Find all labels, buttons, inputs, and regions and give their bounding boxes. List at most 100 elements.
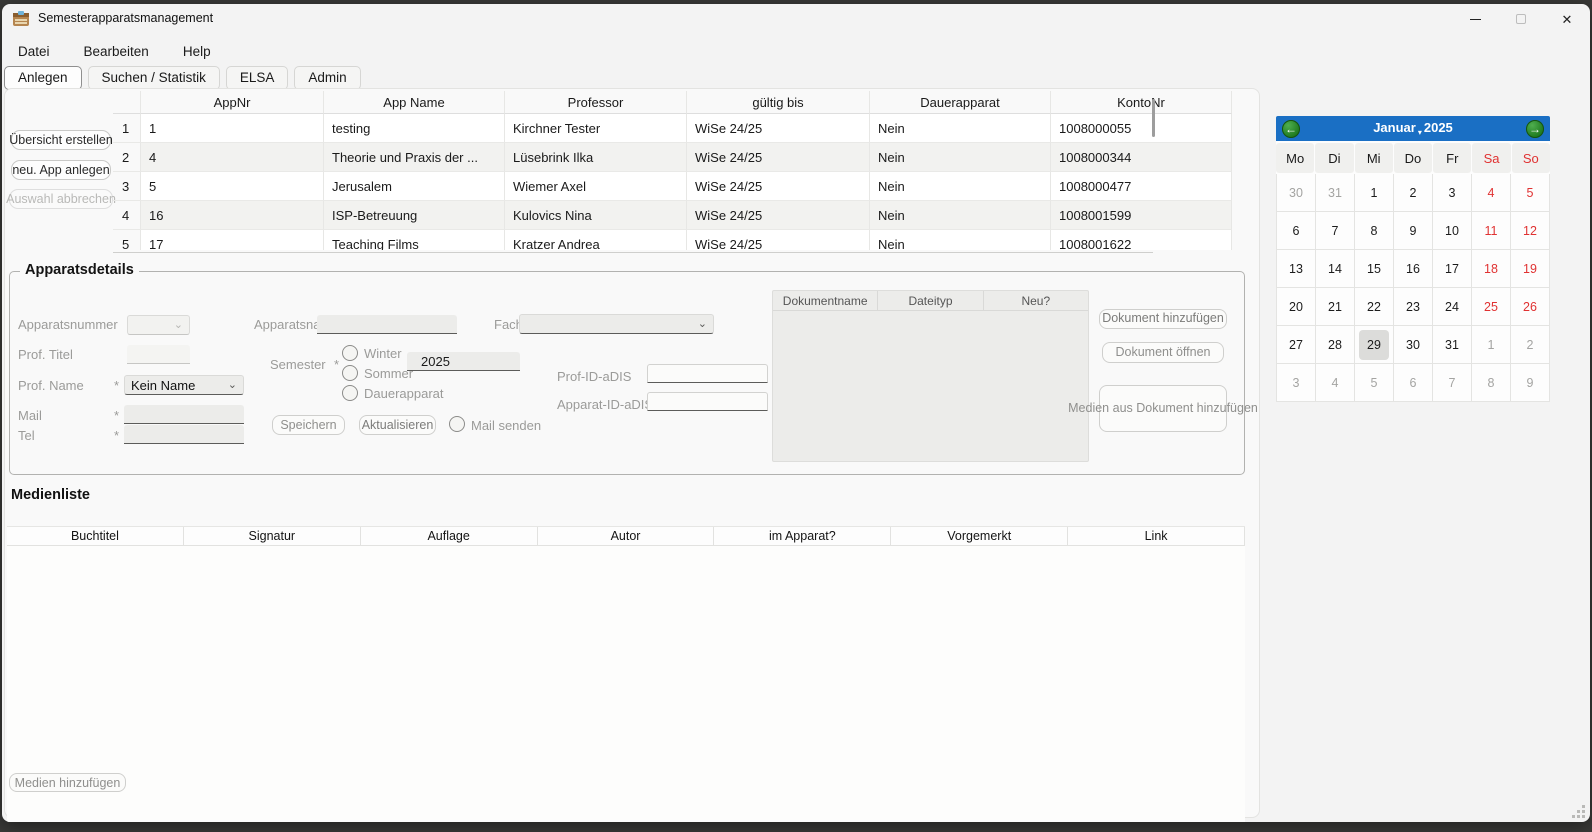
calendar-day-8[interactable]: 8 [1472, 364, 1510, 401]
speichern-button[interactable]: Speichern [272, 415, 345, 435]
tab-elsa[interactable]: ELSA [226, 66, 289, 90]
calendar-day-31[interactable]: 31 [1433, 326, 1471, 363]
menu-item-datei[interactable]: Datei [8, 40, 60, 63]
prof-name-select[interactable]: Kein Name⌄ [124, 375, 244, 395]
calendar-day-28[interactable]: 28 [1316, 326, 1354, 363]
calendar-day-11[interactable]: 11 [1472, 212, 1510, 249]
semester-year-input[interactable]: 2025 [407, 352, 520, 371]
calendar-day-23[interactable]: 23 [1394, 288, 1432, 325]
calendar-day-9[interactable]: 9 [1394, 212, 1432, 249]
sommer-radio[interactable] [342, 365, 358, 381]
calendar-day-5[interactable]: 5 [1511, 174, 1549, 211]
calendar-day-18[interactable]: 18 [1472, 250, 1510, 287]
calendar-next-button[interactable]: → [1526, 120, 1544, 138]
calendar-day-17[interactable]: 17 [1433, 250, 1471, 287]
column-header-kontonr[interactable]: KontoNr [1051, 91, 1232, 114]
calendar-day-20[interactable]: 20 [1277, 288, 1315, 325]
mail-input[interactable] [124, 405, 244, 424]
menu-item-bearbeiten[interactable]: Bearbeiten [74, 40, 159, 63]
calendar-day-10[interactable]: 10 [1433, 212, 1471, 249]
table-row[interactable]: 11testingKirchner TesterWiSe 24/25Nein10… [113, 114, 1235, 143]
calendar-day-6[interactable]: 6 [1394, 364, 1432, 401]
calendar-year: 2025 [1424, 120, 1453, 135]
prof-id-label: Prof-ID-aDIS [557, 369, 631, 384]
calendar-day-13[interactable]: 13 [1277, 250, 1315, 287]
column-header-appnr[interactable]: AppNr [141, 91, 324, 114]
calendar-day-4[interactable]: 4 [1472, 174, 1510, 211]
apparat-id-input[interactable] [647, 392, 768, 411]
tel-input[interactable] [124, 425, 244, 444]
table-cell: Wiemer Axel [505, 172, 687, 201]
calendar-day-7[interactable]: 7 [1316, 212, 1354, 249]
medien-aus-dokument-button[interactable]: Medien aus Dokument hinzufügen [1099, 385, 1227, 432]
calendar-day-5[interactable]: 5 [1355, 364, 1393, 401]
table-cell: Kirchner Tester [505, 114, 687, 143]
calendar-day-2[interactable]: 2 [1394, 174, 1432, 211]
table-row[interactable]: 35JerusalemWiemer AxelWiSe 24/25Nein1008… [113, 172, 1235, 201]
column-header-dauerapparat[interactable]: Dauerapparat [870, 91, 1051, 114]
calendar-day-12[interactable]: 12 [1511, 212, 1549, 249]
apparatsname-input[interactable] [317, 315, 457, 334]
calendar-day-19[interactable]: 19 [1511, 250, 1549, 287]
sidebar-button-neu-app-anlegen[interactable]: neu. App anlegen [11, 160, 111, 180]
calendar-day-26[interactable]: 26 [1511, 288, 1549, 325]
calendar-day-30[interactable]: 30 [1394, 326, 1432, 363]
apps-table-scrollbar[interactable] [1152, 99, 1155, 137]
dauerapparat-radio[interactable] [342, 385, 358, 401]
table-row[interactable]: 24Theorie und Praxis der ...Lüsebrink Il… [113, 143, 1235, 172]
calendar-day-6[interactable]: 6 [1277, 212, 1315, 249]
arrow-left-icon: ← [1285, 122, 1297, 136]
calendar-day-4[interactable]: 4 [1316, 364, 1354, 401]
maximize-button[interactable] [1498, 4, 1544, 34]
calendar-day-25[interactable]: 25 [1472, 288, 1510, 325]
table-cell: WiSe 24/25 [687, 172, 870, 201]
calendar-day-16[interactable]: 16 [1394, 250, 1432, 287]
mail-senden-label: Mail senden [471, 418, 541, 433]
column-header-professor[interactable]: Professor [505, 91, 687, 114]
calendar-title[interactable]: Januar▾2025 [1276, 120, 1550, 137]
minimize-button[interactable] [1452, 4, 1498, 34]
calendar-prev-button[interactable]: ← [1282, 120, 1300, 138]
column-header-gültig-bis[interactable]: gültig bis [687, 91, 870, 114]
calendar-day-31[interactable]: 31 [1316, 174, 1354, 211]
resize-grip[interactable] [1573, 806, 1585, 818]
menu-item-help[interactable]: Help [173, 40, 221, 63]
semester-required-star: * [334, 357, 339, 372]
column-header-app-name[interactable]: App Name [324, 91, 505, 114]
aktualisieren-button[interactable]: Aktualisieren [359, 415, 436, 435]
close-button[interactable]: ✕ [1544, 4, 1590, 34]
calendar-day-3[interactable]: 3 [1277, 364, 1315, 401]
calendar-day-29[interactable]: 29 [1355, 326, 1393, 363]
calendar-day-9[interactable]: 9 [1511, 364, 1549, 401]
prof-id-input[interactable] [647, 364, 768, 383]
sidebar-button-übersicht-erstellen[interactable]: Übersicht erstellen [11, 130, 111, 150]
fach-select[interactable]: ⌄ [519, 314, 714, 334]
prof-titel-label: Prof. Titel [18, 347, 73, 362]
winter-radio[interactable] [342, 345, 358, 361]
calendar-day-8[interactable]: 8 [1355, 212, 1393, 249]
calendar-day-3[interactable]: 3 [1433, 174, 1471, 211]
calendar-day-22[interactable]: 22 [1355, 288, 1393, 325]
table-row[interactable]: 517Teaching FilmsKratzer AndreaWiSe 24/2… [113, 230, 1235, 250]
media-column-signatur: Signatur [184, 527, 361, 546]
table-row[interactable]: 416ISP-BetreuungKulovics NinaWiSe 24/25N… [113, 201, 1235, 230]
row-number-cell: 4 [113, 201, 141, 230]
tab-admin[interactable]: Admin [294, 66, 360, 90]
mail-senden-checkbox[interactable] [449, 416, 465, 432]
tab-anlegen[interactable]: Anlegen [4, 66, 82, 90]
calendar-day-27[interactable]: 27 [1277, 326, 1315, 363]
calendar-day-1[interactable]: 1 [1472, 326, 1510, 363]
calendar-day-2[interactable]: 2 [1511, 326, 1549, 363]
medienliste-title: Medienliste [11, 487, 90, 503]
dokument-hinzufuegen-button[interactable]: Dokument hinzufügen [1099, 309, 1227, 329]
calendar-day-24[interactable]: 24 [1433, 288, 1471, 325]
calendar-day-1[interactable]: 1 [1355, 174, 1393, 211]
calendar-day-14[interactable]: 14 [1316, 250, 1354, 287]
calendar-day-7[interactable]: 7 [1433, 364, 1471, 401]
calendar-day-30[interactable]: 30 [1277, 174, 1315, 211]
tab-suchen-statistik[interactable]: Suchen / Statistik [88, 66, 220, 90]
calendar-day-21[interactable]: 21 [1316, 288, 1354, 325]
dokument-oeffnen-button[interactable]: Dokument öffnen [1102, 342, 1224, 363]
calendar-day-15[interactable]: 15 [1355, 250, 1393, 287]
group-title: Apparatsdetails [20, 262, 139, 278]
